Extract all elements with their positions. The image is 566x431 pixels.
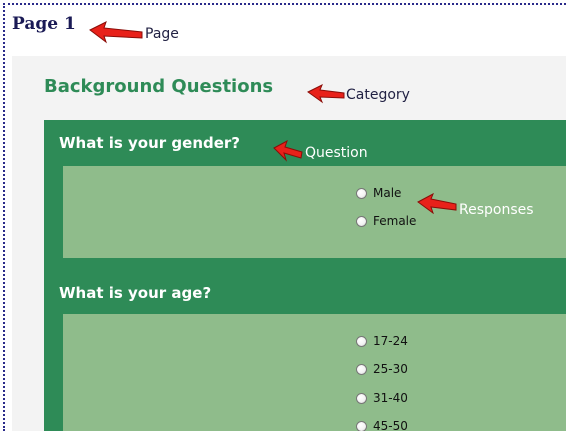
annotation-category: Category: [346, 87, 410, 103]
option-17-24[interactable]: 17-24: [356, 332, 408, 350]
option-45-50[interactable]: 45-50: [356, 417, 408, 431]
option-label: 31-40: [373, 391, 408, 405]
answers-age: [63, 314, 566, 431]
option-label: Male: [373, 186, 402, 200]
annotation-responses: Responses: [459, 202, 534, 218]
page-title: Page 1: [12, 14, 76, 34]
option-label: Female: [373, 214, 417, 228]
question-age: What is your age?: [59, 284, 212, 302]
question-gender: What is your gender?: [59, 134, 241, 152]
red-arrow-icon: [273, 140, 303, 162]
option-label: 45-50: [373, 419, 408, 431]
option-label: 25-30: [373, 362, 408, 376]
radio-female[interactable]: [356, 215, 367, 227]
option-male[interactable]: Male: [356, 184, 401, 202]
radio-31-40[interactable]: [356, 392, 367, 404]
red-arrow-icon: [417, 192, 457, 214]
radio-45-50[interactable]: [356, 420, 367, 431]
option-25-30[interactable]: 25-30: [356, 360, 408, 378]
option-female[interactable]: Female: [356, 212, 416, 230]
option-label: 17-24: [373, 334, 408, 348]
category-title: Background Questions: [44, 76, 274, 97]
annotation-question: Question: [305, 145, 368, 161]
radio-17-24[interactable]: [356, 335, 367, 347]
dotted-border-top: [3, 3, 566, 5]
survey-screenshot: Page 1 Background Questions What is your…: [0, 0, 566, 431]
option-31-40[interactable]: 31-40: [356, 389, 408, 407]
dotted-border-left: [3, 3, 5, 431]
radio-25-30[interactable]: [356, 363, 367, 375]
red-arrow-icon: [89, 21, 143, 44]
radio-male[interactable]: [356, 187, 367, 199]
annotation-page: Page: [145, 26, 179, 42]
red-arrow-icon: [307, 84, 345, 104]
